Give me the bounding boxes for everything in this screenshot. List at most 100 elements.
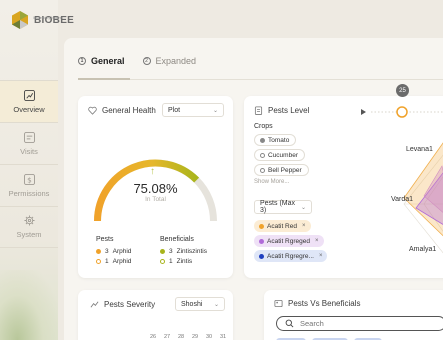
card-title-text: General Health xyxy=(102,106,156,115)
svg-text:$: $ xyxy=(27,175,32,184)
calendar-day: 27 xyxy=(164,334,171,340)
time-slider[interactable] xyxy=(359,104,443,120)
crops-label: Crops xyxy=(254,123,273,130)
biobee-logo-icon xyxy=(12,11,28,29)
show-more-link[interactable]: Show More... xyxy=(254,179,289,185)
crop-name: Bell Pepper xyxy=(268,166,302,174)
beneficial-row: 1 Zintis xyxy=(160,258,192,265)
slider-value-badge: 25 xyxy=(396,84,409,97)
pest-color-dot-icon xyxy=(259,238,264,244)
play-icon[interactable] xyxy=(361,109,366,115)
pest-name: Arphid xyxy=(112,258,132,265)
radar-axis-label: Varda1 xyxy=(391,196,414,203)
card-title-text: Pests Vs Beneficials xyxy=(288,299,361,308)
pests-select[interactable]: Pests (Max 3) ⌄ xyxy=(254,200,312,214)
tab-bar: 1 General 2 Expanded xyxy=(78,56,196,66)
remove-icon[interactable]: × xyxy=(302,223,306,229)
sidebar-item-label: Permissions xyxy=(8,188,50,198)
severity-icon xyxy=(90,301,99,308)
crop-name: Tomato xyxy=(268,136,290,144)
tab-expanded[interactable]: 2 Expanded xyxy=(142,56,197,66)
crop-option-cucumber[interactable]: Cucumber xyxy=(254,149,305,161)
calendar-day: 30 xyxy=(206,334,213,340)
pests-level-card: Pests Level 25 Crops Tomato Cucumber Bel… xyxy=(244,84,443,278)
pest-chip-label: Acatit Red xyxy=(267,222,297,230)
chart-icon xyxy=(23,89,35,101)
pest-chip[interactable]: Acatit Red × xyxy=(254,220,311,232)
calendar-day: 31 xyxy=(220,334,227,340)
chevron-down-icon: ⌄ xyxy=(212,107,218,114)
sidebar-item-label: System xyxy=(16,230,42,239)
search-input[interactable] xyxy=(300,319,420,328)
visits-icon xyxy=(23,131,35,143)
sidebar-item-overview[interactable]: Overview xyxy=(0,80,58,122)
remove-icon[interactable]: × xyxy=(315,238,319,244)
heart-icon xyxy=(88,106,97,115)
pest-chip[interactable]: Acatit Rgregre... × xyxy=(254,250,328,262)
pests-severity-card: Pests Severity Shoshi ⌄ 26 27 28 29 30 3… xyxy=(78,290,233,340)
pest-name: Arphid xyxy=(112,248,132,255)
radar-axis-label: Levana1 xyxy=(406,146,433,153)
calendar-day: 28 xyxy=(178,334,185,340)
search-field[interactable] xyxy=(276,316,443,331)
remove-icon[interactable]: × xyxy=(319,253,323,259)
general-health-card: General Health Plot ⌄ ↑ 75.08% In Total … xyxy=(78,96,233,278)
beneficial-name: Zintis xyxy=(176,258,193,265)
beneficial-count: 3 xyxy=(169,248,173,255)
general-health-title: General Health xyxy=(88,106,156,115)
crop-option-tomato[interactable]: Tomato xyxy=(254,134,297,146)
sidebar-item-visits[interactable]: Visits xyxy=(0,122,58,164)
health-subtitle: In Total xyxy=(145,196,166,203)
active-tab-indicator xyxy=(78,78,130,80)
pests-severity-title: Pests Severity xyxy=(90,300,155,309)
logo: BIOBEE xyxy=(10,10,74,30)
pest-row: 1 Arphid xyxy=(96,258,131,265)
clipboard-icon xyxy=(254,106,263,115)
tab-divider xyxy=(78,79,443,80)
sidebar-item-label: Visits xyxy=(20,146,38,156)
crop-option-bell-pepper[interactable]: Bell Pepper xyxy=(254,164,309,176)
pest-color-dot-icon xyxy=(259,253,264,259)
beneficial-name: Zintiszintis xyxy=(176,248,207,255)
select-value: Pests (Max 3) xyxy=(260,200,296,214)
crop-name: Cucumber xyxy=(268,151,298,159)
tab-label: Expanded xyxy=(155,56,197,66)
shoshi-select[interactable]: Shoshi ⌄ xyxy=(175,297,225,311)
main-panel: 1 General 2 Expanded General Health Plot… xyxy=(64,38,443,340)
plot-select[interactable]: Plot ⌄ xyxy=(162,103,224,117)
gear-icon xyxy=(23,215,35,226)
calendar-day: 26 xyxy=(150,334,157,340)
filled-dot-icon xyxy=(160,249,165,254)
radio-icon xyxy=(260,152,265,158)
pests-heading: Pests xyxy=(96,236,114,243)
select-value: Shoshi xyxy=(181,300,203,308)
card-title-text: Pests Severity xyxy=(104,300,156,309)
beneficials-heading: Beneficials xyxy=(160,236,194,243)
beneficial-row: 3 Zintiszintis xyxy=(160,248,207,255)
hollow-dot-icon xyxy=(160,259,165,264)
calendar-day: 29 xyxy=(192,334,199,340)
search-icon xyxy=(285,319,294,328)
sidebar-item-permissions[interactable]: $ Permissions xyxy=(0,164,58,206)
pests-level-title: Pests Level xyxy=(254,106,309,115)
pest-color-dot-icon xyxy=(259,223,264,229)
tab-label: General xyxy=(91,56,125,66)
select-value: Plot xyxy=(168,106,181,114)
sidebar-item-system[interactable]: System xyxy=(0,206,58,248)
filled-dot-icon xyxy=(96,249,101,254)
pest-chip-label: Acatit Rgregre... xyxy=(267,252,314,260)
pest-count: 3 xyxy=(105,248,109,255)
slider-handle[interactable] xyxy=(396,106,408,118)
sidebar: BIOBEE Inspired by Nature Overview Visit… xyxy=(0,0,74,340)
hollow-dot-icon xyxy=(96,259,101,264)
radio-icon xyxy=(260,167,265,173)
tab-general[interactable]: 1 General xyxy=(78,56,125,66)
pest-count: 1 xyxy=(105,258,109,265)
pest-chip[interactable]: Acatit Rgreged × xyxy=(254,235,324,247)
sidebar-item-label: Overview xyxy=(13,104,45,114)
pests-vs-beneficials-card: Pests Vs Beneficials xyxy=(264,290,443,340)
card-title-text: Pests Level xyxy=(268,106,310,115)
logo-subtitle: Inspired by Nature xyxy=(33,16,62,20)
radio-checked-icon xyxy=(260,137,265,143)
radar-axis-label: Amalya1 xyxy=(409,246,437,253)
